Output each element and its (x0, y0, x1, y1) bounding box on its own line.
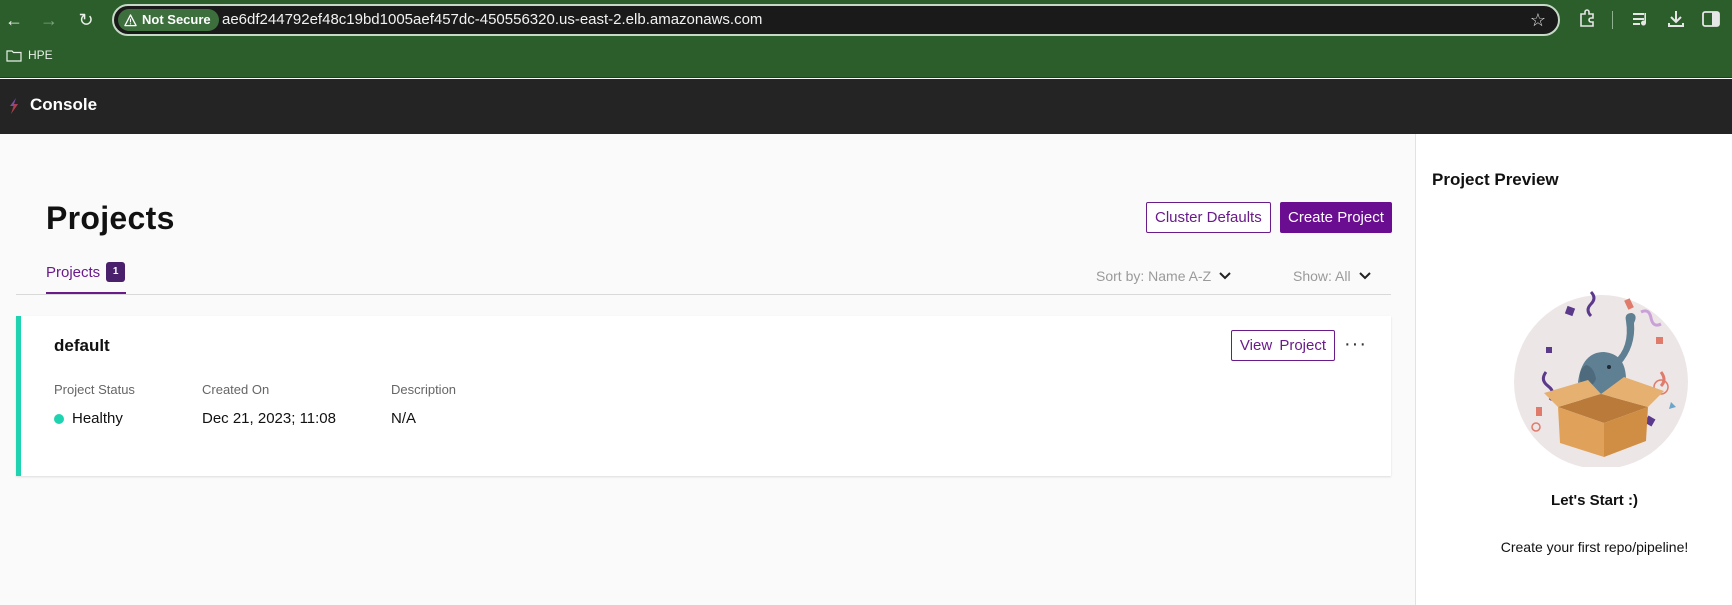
status-dot (54, 413, 64, 424)
download-icon[interactable] (1665, 8, 1687, 30)
description-label: Description (391, 382, 457, 397)
bookmark-folder-hpe[interactable]: HPE (6, 48, 53, 62)
chevron-down-icon (1219, 272, 1231, 280)
created-label: Created On (202, 382, 270, 397)
cluster-defaults-button[interactable]: Cluster Defaults (1146, 202, 1271, 233)
media-controls-icon[interactable] (1630, 8, 1652, 30)
bookmark-label: HPE (28, 48, 53, 62)
toolbar-divider (1612, 11, 1613, 29)
sort-label: Sort by: Name A-Z (1096, 268, 1212, 284)
bookmark-star-icon[interactable]: ☆ (1530, 9, 1546, 31)
project-preview-panel: Project Preview Let's Start :) Create yo… (1415, 134, 1732, 605)
folder-icon (6, 49, 22, 62)
chevron-down-icon (1358, 272, 1371, 280)
security-chip[interactable]: Not Secure (118, 9, 219, 31)
tabs-divider (16, 294, 1391, 295)
forward-icon[interactable]: → (37, 8, 61, 32)
view-project-button[interactable]: View Project (1230, 330, 1335, 361)
show-label: Show: All (1293, 268, 1351, 284)
celebration-elephant-illustration (1514, 290, 1688, 467)
preview-heading: Let's Start :) (1551, 492, 1638, 509)
description-value: N/A (391, 410, 417, 427)
side-panel-icon[interactable] (1700, 8, 1722, 30)
status-value: Healthy (54, 410, 123, 427)
reload-icon[interactable]: ↻ (74, 8, 98, 32)
more-options-icon[interactable]: ··· (1344, 334, 1367, 354)
address-bar[interactable]: Not Secure ae6df244792ef48c19bd1005aef45… (112, 4, 1560, 36)
created-value: Dec 21, 2023; 11:08 (202, 410, 336, 427)
show-filter-dropdown[interactable]: Show: All (1293, 268, 1371, 284)
sort-dropdown[interactable]: Sort by: Name A-Z (1096, 268, 1231, 284)
back-icon[interactable]: ← (2, 8, 26, 32)
app-header: Console (0, 79, 1732, 134)
project-name[interactable]: default (54, 336, 110, 356)
tab-label: Projects (46, 263, 101, 281)
main-content: Projects Cluster Defaults Create Project… (0, 134, 1415, 605)
tab-projects[interactable]: Projects 1 (46, 262, 126, 282)
security-label: Not Secure (142, 12, 211, 27)
create-project-button[interactable]: Create Project (1280, 202, 1392, 233)
tab-count-badge: 1 (106, 262, 126, 282)
status-text: Healthy (72, 410, 123, 427)
warning-icon (124, 13, 137, 26)
preview-title: Project Preview (1432, 170, 1559, 189)
app-title[interactable]: Console (30, 95, 97, 115)
preview-text: Create your first repo/pipeline! (1500, 539, 1689, 555)
url-text[interactable]: ae6df244792ef48c19bd1005aef457dc-4505563… (222, 6, 762, 34)
extensions-icon[interactable] (1576, 8, 1598, 30)
browser-toolbar: ← → ↻ Not Secure ae6df244792ef48c19bd100… (0, 0, 1732, 78)
page-title: Projects (46, 200, 175, 236)
status-label: Project Status (54, 382, 135, 397)
app-logo-icon (10, 98, 18, 114)
project-card: default View Project ··· Project Status … (16, 316, 1391, 476)
